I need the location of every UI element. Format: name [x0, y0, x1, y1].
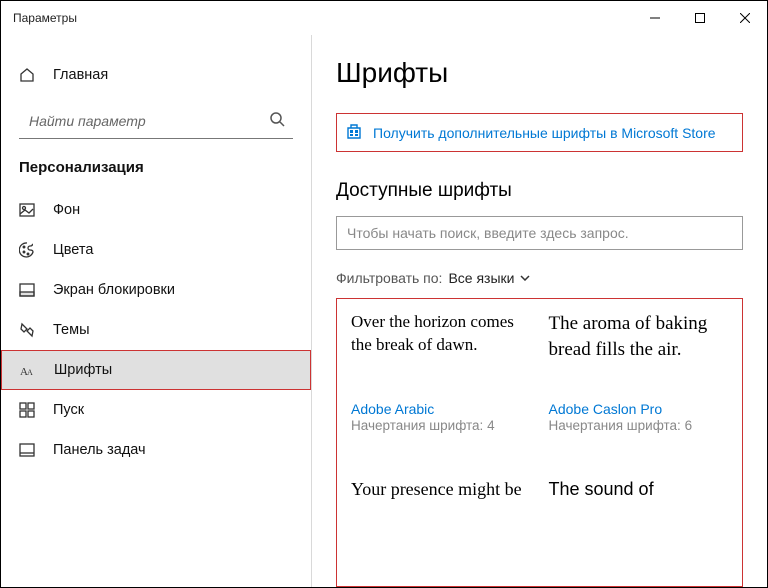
section-title: Доступные шрифты — [336, 180, 743, 202]
sidebar-item-themes[interactable]: Темы — [1, 310, 311, 350]
search-wrap — [19, 103, 293, 139]
sidebar-item-label: Панель задач — [53, 442, 146, 458]
themes-icon — [19, 322, 43, 338]
font-card[interactable]: Your presence might be — [351, 477, 531, 574]
font-name: Adobe Arabic — [351, 401, 531, 417]
font-sample: The aroma of baking bread fills the air. — [549, 311, 729, 385]
home-icon — [19, 67, 43, 83]
taskbar-icon — [19, 442, 43, 458]
search-icon — [269, 111, 285, 130]
filter-label: Фильтровать по: — [336, 270, 442, 286]
minimize-button[interactable] — [632, 3, 677, 33]
font-sample: Your presence might be — [351, 477, 531, 551]
page-title: Шрифты — [336, 57, 743, 89]
store-link-box[interactable]: Получить дополнительные шрифты в Microso… — [336, 113, 743, 152]
sidebar-item-label: Темы — [53, 322, 90, 338]
sidebar-item-lockscreen[interactable]: Экран блокировки — [1, 270, 311, 310]
titlebar: Параметры — [1, 1, 767, 35]
svg-text:A: A — [27, 368, 33, 377]
maximize-button[interactable] — [677, 3, 722, 33]
picture-icon — [19, 202, 43, 218]
chevron-down-icon — [520, 275, 530, 281]
sidebar-home[interactable]: Главная — [1, 55, 311, 95]
sidebar-home-label: Главная — [53, 67, 108, 83]
filter-row[interactable]: Фильтровать по: Все языки — [336, 270, 743, 286]
sidebar-item-label: Экран блокировки — [53, 282, 175, 298]
font-search-input[interactable] — [336, 216, 743, 250]
font-styles: Начертания шрифта: 4 — [351, 417, 531, 435]
sidebar-item-label: Пуск — [53, 402, 84, 418]
lockscreen-icon — [19, 282, 43, 298]
window-controls — [632, 3, 767, 33]
fonts-grid: Over the horizon comes the break of dawn… — [336, 298, 743, 587]
main-content: Шрифты Получить дополнительные шрифты в … — [312, 35, 767, 587]
font-styles: Начертания шрифта: 6 — [549, 417, 729, 435]
font-sample: The sound of — [549, 477, 729, 551]
sidebar-item-label: Фон — [53, 202, 80, 218]
category-header: Персонализация — [1, 159, 311, 190]
sidebar-item-label: Цвета — [53, 242, 93, 258]
sidebar-item-label: Шрифты — [54, 362, 112, 378]
sidebar-item-fonts[interactable]: AA Шрифты — [1, 350, 311, 390]
font-card[interactable]: The sound of — [549, 477, 729, 574]
filter-value: Все языки — [448, 270, 514, 286]
font-card[interactable]: The aroma of baking bread fills the air.… — [549, 311, 729, 457]
close-button[interactable] — [722, 3, 767, 33]
search-input[interactable] — [19, 103, 293, 139]
store-link-text: Получить дополнительные шрифты в Microso… — [373, 125, 716, 141]
font-name: Adobe Caslon Pro — [549, 401, 729, 417]
fonts-icon: AA — [20, 362, 44, 378]
palette-icon — [19, 242, 43, 258]
sidebar-item-start[interactable]: Пуск — [1, 390, 311, 430]
font-card[interactable]: Over the horizon comes the break of dawn… — [351, 311, 531, 457]
start-icon — [19, 402, 43, 418]
sidebar-item-taskbar[interactable]: Панель задач — [1, 430, 311, 470]
sidebar: Главная Персонализация Фон Цвета Экран б… — [1, 35, 311, 587]
window-title: Параметры — [1, 11, 77, 25]
store-icon — [345, 122, 363, 143]
font-sample: Over the horizon comes the break of dawn… — [351, 311, 531, 385]
sidebar-item-background[interactable]: Фон — [1, 190, 311, 230]
sidebar-item-colors[interactable]: Цвета — [1, 230, 311, 270]
main-layout: Главная Персонализация Фон Цвета Экран б… — [1, 35, 767, 587]
